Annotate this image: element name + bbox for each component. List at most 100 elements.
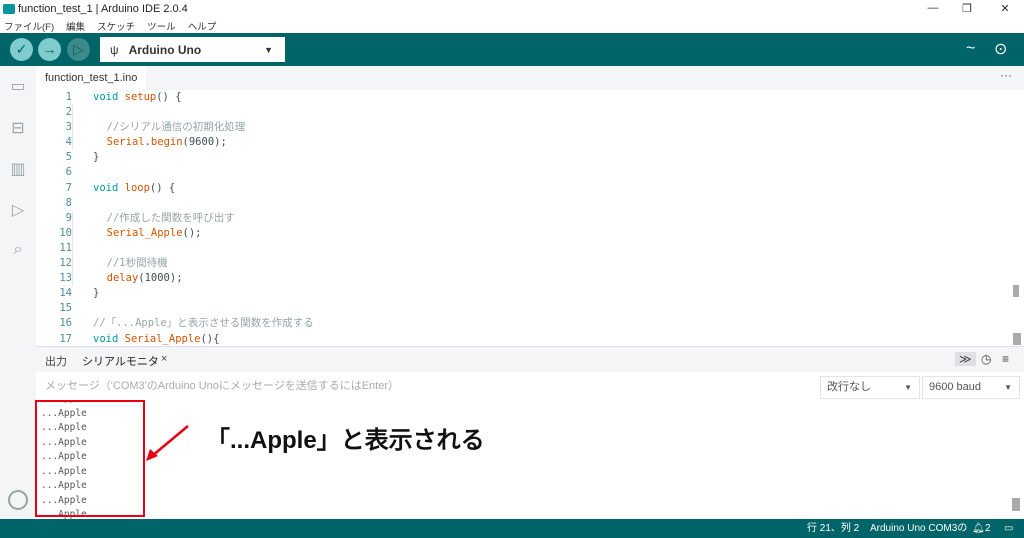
menu-tools[interactable]: ツール (147, 19, 176, 33)
clock-icon[interactable]: ◷ (981, 352, 991, 366)
upload-button[interactable]: → (38, 38, 61, 61)
folder-icon[interactable]: ▭ (8, 76, 28, 95)
code-token: } (93, 151, 100, 164)
code-token: void (93, 91, 119, 103)
serial-monitor-icon[interactable]: ⊙ (994, 39, 1007, 59)
code-token: (); (182, 226, 202, 239)
verify-button[interactable]: ✓ (10, 38, 33, 61)
tab-function-test-1[interactable]: function_test_1.ino (36, 66, 147, 90)
code-token: Serial_Apple (124, 332, 201, 345)
code-line: 15 (36, 301, 1024, 316)
code-line: 2 (36, 105, 1024, 121)
tab-output[interactable]: 出力 (45, 353, 67, 369)
line-number: 1 (65, 91, 72, 103)
debug-icon[interactable]: ▷ (8, 200, 28, 219)
arduino-logo-icon (3, 4, 15, 14)
chevron-down-icon: ▼ (264, 44, 273, 55)
highlight-box (35, 400, 145, 517)
code-token: void (93, 181, 119, 194)
line-number: 16 (59, 317, 72, 330)
window-title: function_test_1 | Arduino IDE 2.0.4 (18, 3, 188, 15)
notification-icon[interactable]: 🔔︎ (972, 519, 985, 538)
autoscroll-icon[interactable]: ≫ (955, 352, 976, 366)
panel-toggle-icon[interactable]: ▭ (1004, 519, 1013, 538)
line-number: 2 (65, 106, 72, 119)
notification-count: 2 (985, 523, 991, 534)
chevron-down-icon: ▼ (1004, 383, 1012, 392)
library-icon[interactable]: ▥ (8, 159, 28, 178)
code-line: 13 delay(1000); (36, 271, 1024, 287)
menu-help[interactable]: ヘルプ (188, 19, 217, 33)
debug-button[interactable]: ▷ (67, 38, 90, 61)
code-text: void Serial_Apple(){ (72, 332, 219, 347)
code-line: 5} (36, 150, 1024, 165)
code-line: 10 Serial_Apple(); (36, 225, 1024, 241)
code-token: () { (156, 91, 182, 103)
board-name: Arduino Uno (128, 42, 202, 57)
maximize-button[interactable]: ❐ (952, 2, 982, 15)
code-line: 16 //「...Apple」と表示させる関数を作成する (36, 316, 1024, 331)
panel-header: 出力 シリアルモニタ × ≫ ◷ ≡ (36, 346, 1024, 372)
minimize-button[interactable]: — (918, 2, 948, 14)
baud-value: 9600 baud (929, 381, 981, 393)
menu-sketch[interactable]: スケッチ (97, 19, 135, 33)
more-icon[interactable]: ··· (1000, 68, 1012, 82)
code-token: //「...Apple」と表示させる関数を作成する (93, 317, 314, 330)
board-selector[interactable]: ψ Arduino Uno ▼ (100, 37, 285, 62)
close-button[interactable]: ✕ (990, 2, 1020, 15)
code-line: 1 void setup() { (36, 90, 1024, 105)
menu-edit[interactable]: 編集 (66, 19, 85, 33)
code-token: (1000); (138, 272, 183, 285)
code-token: Serial (106, 136, 145, 149)
close-icon[interactable]: × (161, 353, 167, 365)
editor-scrollbar[interactable] (1013, 285, 1019, 297)
line-number: 3 (65, 121, 72, 134)
code-text (72, 240, 94, 257)
code-token: } (93, 287, 100, 300)
line-number: 17 (59, 332, 72, 345)
annotation-arrow (146, 425, 189, 461)
code-line: 9 //作成した関数を呼び出す (36, 210, 1024, 226)
code-text: Serial.begin(9600); (72, 135, 227, 151)
baud-select[interactable]: 9600 baud ▼ (922, 376, 1020, 399)
serial-plotter-icon[interactable]: ~ (966, 40, 975, 58)
editor-scrollbar-thumb[interactable] (1013, 333, 1021, 345)
sidebar: ▭ ⊟ ▥ ▷ ⌕ (0, 66, 36, 519)
code-token: delay (106, 272, 139, 285)
line-number: 13 (59, 272, 72, 285)
search-icon[interactable]: ⌕ (8, 241, 28, 259)
code-text: Serial_Apple(); (72, 225, 202, 241)
board-port[interactable]: Arduino Uno COM3の (870, 519, 967, 538)
message-input[interactable]: メッセージ（'COM3'のArduino Unoにメッセージを送信するにはEnt… (36, 374, 816, 398)
clear-output-icon[interactable]: ≡ (1002, 352, 1009, 366)
annotation-text: 「...Apple」と表示される (206, 427, 485, 454)
line-ending-select[interactable]: 改行なし ▼ (820, 376, 920, 399)
code-line: 17 void Serial_Apple(){ (36, 332, 1024, 347)
code-token: (){ (200, 332, 220, 345)
line-number: 5 (65, 151, 72, 164)
tab-serial-monitor[interactable]: シリアルモニタ (82, 353, 159, 369)
line-number: 6 (65, 166, 72, 179)
debug-icon: ▷ (73, 41, 84, 57)
output-scrollbar[interactable] (1012, 498, 1020, 511)
cursor-position: 行 21、列 2 (807, 523, 860, 534)
account-icon[interactable] (8, 490, 28, 510)
board-manager-icon[interactable]: ⊟ (8, 118, 28, 137)
code-editor[interactable]: 1 void setup() {2 3 //シリアル通信の初期化処理 4 Serial… (36, 90, 1024, 346)
code-token: setup (124, 91, 157, 103)
code-token: begin (150, 136, 183, 149)
code-token: //シリアル通信の初期化処理 (106, 121, 246, 134)
line-number: 10 (59, 226, 72, 239)
code-line: 7 void loop() { (36, 181, 1024, 196)
code-text: delay(1000); (72, 271, 183, 287)
code-text: void setup() { (72, 90, 182, 105)
menu-bar: ファイル(F) 編集 スケッチ ツール ヘルプ (0, 18, 1024, 33)
code-token: void (93, 332, 119, 345)
code-line: 3 //シリアル通信の初期化処理 (36, 120, 1024, 136)
menu-file[interactable]: ファイル(F) (4, 19, 54, 33)
line-number: 8 (65, 196, 72, 209)
